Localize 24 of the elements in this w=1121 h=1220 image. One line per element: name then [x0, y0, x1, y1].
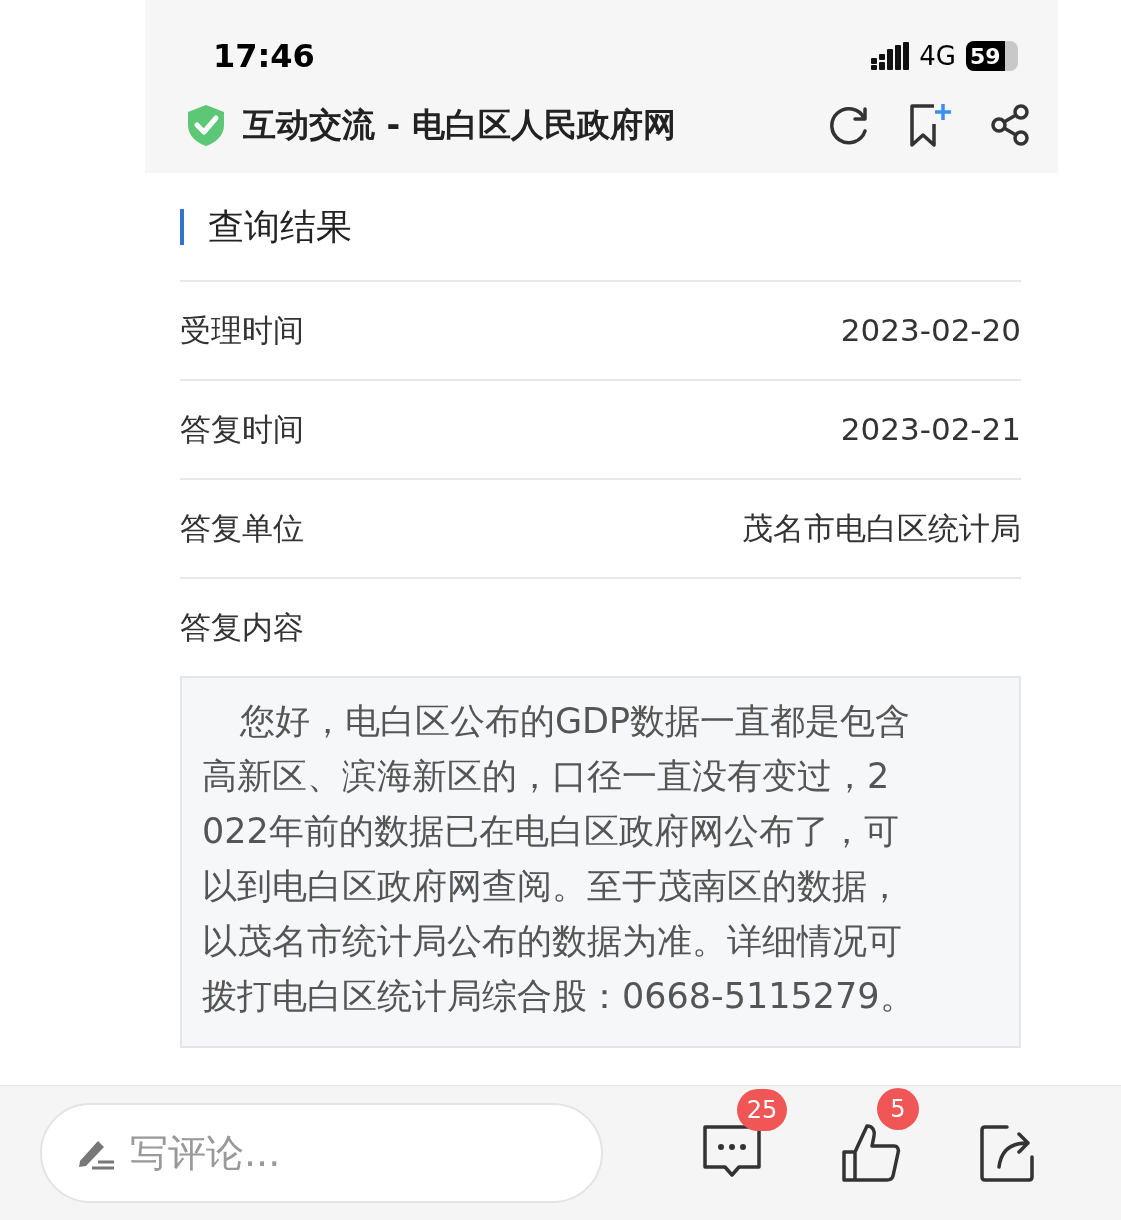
section-title: 查询结果: [208, 204, 352, 249]
share-icon[interactable]: [990, 104, 1030, 146]
field-value: 2023-02-21: [840, 410, 1021, 450]
field-label: 答复内容: [180, 608, 304, 648]
field-value: 2023-02-20: [840, 311, 1021, 351]
thumbs-up-icon[interactable]: [841, 1122, 901, 1184]
field-value: 茂名市电白区统计局: [742, 509, 1021, 549]
field-label: 答复单位: [180, 509, 304, 549]
page-title: 互动交流 - 电白区人民政府网: [243, 104, 676, 147]
comment-input[interactable]: 写评论...: [40, 1103, 603, 1203]
field-label: 受理时间: [180, 311, 304, 351]
comment-placeholder: 写评论...: [130, 1124, 530, 1182]
field-label: 答复时间: [180, 410, 304, 450]
refresh-icon[interactable]: [828, 104, 870, 146]
share-icon[interactable]: [979, 1123, 1037, 1183]
answer-text: 您好，电白区公布的GDP数据一直都是包含 高新区、滨海新区的，口径一直没有变过，2 022年前的数据已在电白区政府网公布了，可 以到电白区政府网查阅。至于茂南区的数据， 以茂名市统计局公布的数据为准。详细情况可 拨打电白区统计局综合股：0668-5115279。: [180, 676, 1021, 1048]
comment-count-badge: 25: [737, 1089, 787, 1131]
section-accent-bar: [180, 208, 184, 245]
status-time: 17:46: [213, 36, 315, 77]
network-label: 4G: [919, 39, 956, 73]
signal-icon: [871, 42, 910, 70]
like-count-badge: 5: [877, 1088, 919, 1130]
bookmark-add-icon[interactable]: [908, 102, 952, 148]
battery-indicator: 59: [966, 41, 1018, 71]
